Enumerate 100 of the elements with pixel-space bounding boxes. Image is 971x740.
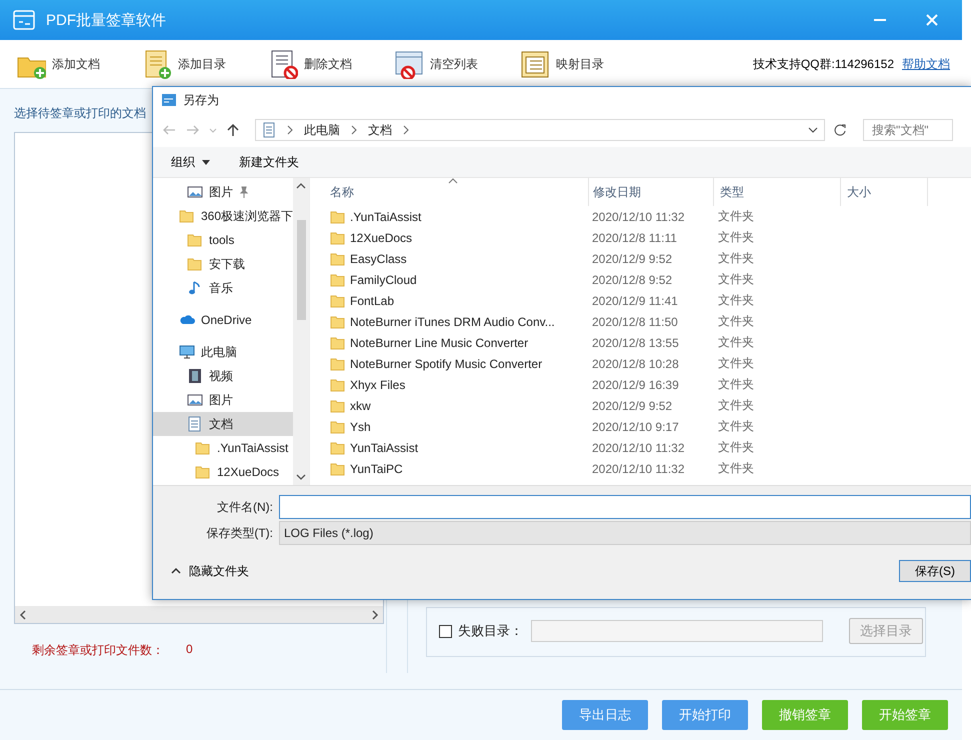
chevron-right-icon	[286, 125, 294, 135]
remaining-label: 剩余签章或打印文件数：	[32, 642, 164, 659]
file-name[interactable]: FamilyCloud	[350, 272, 417, 286]
scroll-down-icon	[296, 473, 306, 481]
window-title: PDF批量签章软件	[46, 10, 166, 30]
file-date: 2020/12/8 11:11	[591, 230, 678, 244]
nav-item[interactable]: 图片	[153, 180, 293, 204]
scrollbar-thumb[interactable]	[296, 220, 306, 320]
nav-item[interactable]: 音乐	[153, 276, 293, 300]
file-type: 文件夹	[717, 271, 755, 288]
nav-item[interactable]: 图片	[153, 388, 293, 412]
nav-item[interactable]: tools	[153, 228, 293, 252]
file-date: 2020/12/10 9:17	[591, 420, 680, 434]
nav-item[interactable]: .YunTaiAssist	[153, 436, 293, 460]
file-type: 文件夹	[717, 460, 755, 477]
column-header[interactable]: 大小	[841, 178, 928, 206]
hide-folders-button[interactable]: 隐藏文件夹	[165, 562, 255, 580]
window-delete-icon	[394, 49, 424, 79]
file-type: 文件夹	[717, 355, 755, 372]
toolbar-button[interactable]: 映射目录	[520, 49, 604, 79]
breadcrumb-item[interactable]: 此电脑	[304, 122, 340, 138]
folder-icon	[187, 232, 203, 248]
file-date: 2020/12/9 11:41	[591, 294, 679, 308]
help-link[interactable]: 帮助文档	[902, 56, 950, 72]
remaining-count: 0	[186, 642, 193, 658]
column-header[interactable]: 类型	[714, 178, 841, 206]
folder-icon	[330, 460, 346, 476]
file-name[interactable]: NoteBurner Spotify Music Converter	[350, 356, 542, 370]
nav-item[interactable]: 12XueDocs	[153, 460, 293, 484]
file-date: 2020/12/10 11:32	[591, 462, 686, 476]
toolbar-button[interactable]: 删除文档	[268, 49, 352, 79]
file-type: 文件夹	[717, 208, 755, 225]
picture-icon	[187, 392, 203, 408]
dropdown-caret-icon	[209, 128, 217, 132]
search-field[interactable]: 搜索"文档"	[863, 119, 953, 141]
file-name[interactable]: FontLab	[350, 294, 394, 308]
command-button[interactable]: 组织	[171, 154, 211, 170]
file-name[interactable]: NoteBurner Line Music Converter	[350, 336, 528, 350]
breadcrumb-item[interactable]: 文档	[368, 122, 392, 138]
nav-item[interactable]: 视频	[153, 364, 293, 388]
scroll-up-icon	[296, 182, 306, 190]
document-icon	[187, 416, 203, 432]
file-type: 文件夹	[717, 397, 755, 414]
panel-title: 选择待签章或打印的文档	[14, 105, 146, 122]
file-name[interactable]: xkw	[350, 398, 371, 412]
file-type: 文件夹	[717, 229, 755, 246]
folder-icon	[330, 440, 346, 456]
address-bar[interactable]: 此电脑 文档	[255, 119, 825, 141]
save-button[interactable]: 保存(S)	[899, 560, 971, 582]
app-logo-icon	[12, 8, 36, 32]
toolbar-button[interactable]: 添加文档	[16, 49, 100, 79]
dropdown-caret-icon	[808, 125, 818, 135]
nav-item[interactable]: OneDrive	[153, 308, 293, 332]
picture-icon	[187, 184, 203, 200]
folder-icon	[187, 256, 203, 272]
file-name[interactable]: .YunTaiAssist	[350, 210, 422, 224]
file-date: 2020/12/8 10:28	[591, 356, 680, 370]
file-name[interactable]: EasyClass	[350, 252, 407, 266]
folder-icon	[330, 314, 346, 330]
folder-icon	[330, 334, 346, 350]
file-name[interactable]: YunTaiAssist	[350, 440, 418, 454]
command-button[interactable]: 新建文件夹	[239, 154, 299, 170]
monitor-icon	[179, 344, 195, 360]
nav-item[interactable]: 安下载	[153, 252, 293, 276]
chevron-right-icon	[402, 125, 410, 135]
failed-dir-label: 失败目录：	[458, 622, 523, 640]
dialog-title: 另存为	[183, 92, 219, 108]
file-date: 2020/12/9 9:52	[591, 398, 674, 412]
file-name[interactable]: Xhyx Files	[350, 378, 406, 392]
column-header[interactable]: 修改日期	[589, 178, 714, 206]
folder-list-icon	[520, 49, 550, 79]
nav-item[interactable]: 360极速浏览器下	[153, 204, 293, 228]
nav-item[interactable]: 文档	[153, 412, 293, 436]
folder-icon	[330, 398, 346, 414]
folder-icon	[330, 272, 346, 288]
dialog-icon	[161, 92, 177, 108]
file-name[interactable]: NoteBurner iTunes DRM Audio Conv...	[350, 314, 555, 328]
film-icon	[187, 368, 203, 384]
chevron-up-icon	[171, 567, 181, 575]
nav-item[interactable]: 此电脑	[153, 340, 293, 364]
support-text: 技术支持QQ群:114296152	[752, 56, 894, 72]
file-name[interactable]: YunTaiPC	[350, 462, 403, 476]
file-type: 文件夹	[717, 439, 755, 456]
sort-caret-icon	[448, 178, 458, 184]
folder-icon	[330, 230, 346, 246]
document-icon	[262, 122, 276, 138]
folder-icon	[195, 464, 211, 480]
filename-field[interactable]	[279, 495, 971, 519]
file-name[interactable]: 12XueDocs	[350, 230, 412, 244]
failed-dir-field[interactable]	[531, 620, 823, 642]
file-name[interactable]: Ysh	[350, 420, 371, 434]
pin-icon	[239, 186, 249, 198]
column-header[interactable]: 名称	[330, 178, 589, 206]
folder-icon	[330, 376, 346, 392]
toolbar-button[interactable]: 添加目录	[142, 49, 226, 79]
close-icon	[924, 12, 940, 28]
refresh-icon	[833, 123, 847, 137]
filetype-dropdown[interactable]: LOG Files (*.log)	[279, 521, 971, 545]
folder-icon	[330, 250, 346, 266]
toolbar-button[interactable]: 清空列表	[394, 49, 478, 79]
